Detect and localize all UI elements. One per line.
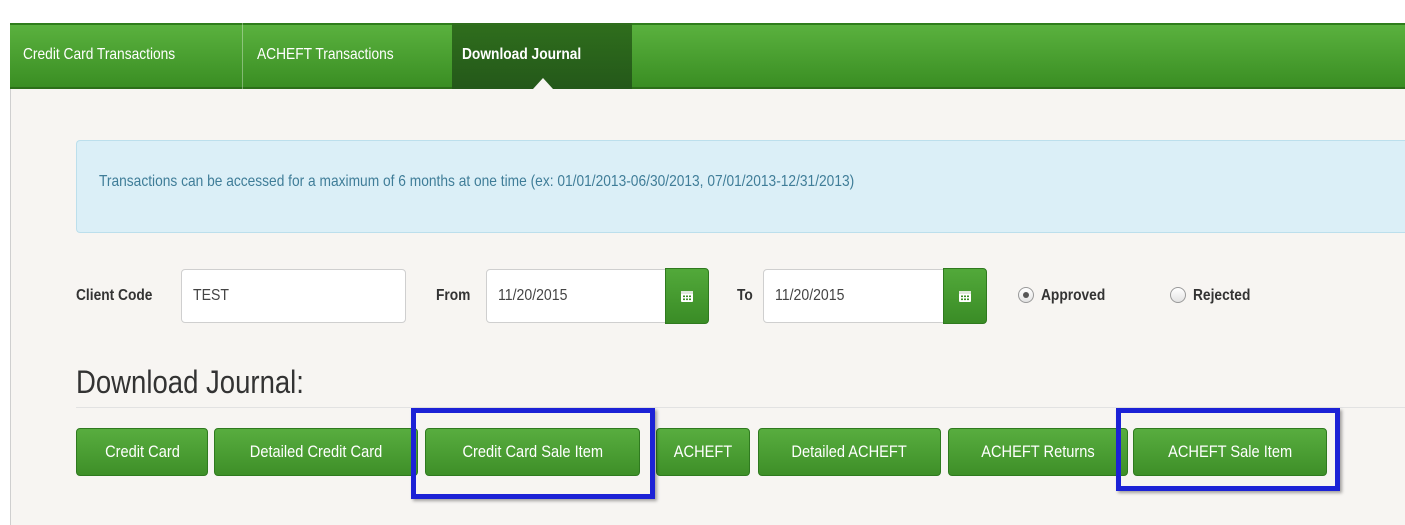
- acheft-sale-item-button[interactable]: ACHEFT Sale Item: [1133, 428, 1327, 476]
- rejected-radio[interactable]: [1170, 287, 1186, 303]
- calendar-icon: [959, 291, 971, 302]
- active-tab-caret: [533, 78, 553, 89]
- acheft-returns-button[interactable]: ACHEFT Returns: [948, 428, 1128, 476]
- credit-card-button[interactable]: Credit Card: [76, 428, 208, 476]
- credit-card-sale-item-button[interactable]: Credit Card Sale Item: [425, 428, 640, 476]
- calendar-icon: [681, 291, 693, 302]
- tab-download-journal[interactable]: Download Journal: [462, 22, 581, 88]
- tab-label: Download Journal: [462, 46, 582, 63]
- from-label: From: [436, 287, 471, 304]
- tab-label: Credit Card Transactions: [23, 46, 176, 63]
- info-alert-text: Transactions can be accessed for a maxim…: [99, 173, 855, 190]
- download-journal-heading: Download Journal:: [76, 364, 304, 400]
- tab-label: ACHEFT Transactions: [257, 46, 394, 63]
- from-calendar-button[interactable]: [665, 268, 709, 324]
- section-divider: [76, 407, 1405, 408]
- tab-divider: [242, 23, 243, 89]
- to-calendar-button[interactable]: [943, 268, 987, 324]
- to-label: To: [737, 287, 753, 304]
- to-date-input[interactable]: 11/20/2015: [763, 269, 946, 323]
- detailed-credit-card-button[interactable]: Detailed Credit Card: [214, 428, 418, 476]
- acheft-button[interactable]: ACHEFT: [656, 428, 750, 476]
- tab-acheft-transactions[interactable]: ACHEFT Transactions: [257, 22, 394, 88]
- detailed-acheft-button[interactable]: Detailed ACHEFT: [758, 428, 941, 476]
- tab-credit-card-transactions[interactable]: Credit Card Transactions: [23, 22, 175, 88]
- rejected-label: Rejected: [1193, 287, 1251, 304]
- approved-label: Approved: [1041, 287, 1106, 304]
- from-date-input[interactable]: 11/20/2015: [486, 269, 668, 323]
- client-code-input[interactable]: TEST: [181, 269, 406, 323]
- tab-bar: [10, 23, 1405, 89]
- client-code-label: Client Code: [76, 287, 153, 304]
- approved-radio[interactable]: [1018, 287, 1034, 303]
